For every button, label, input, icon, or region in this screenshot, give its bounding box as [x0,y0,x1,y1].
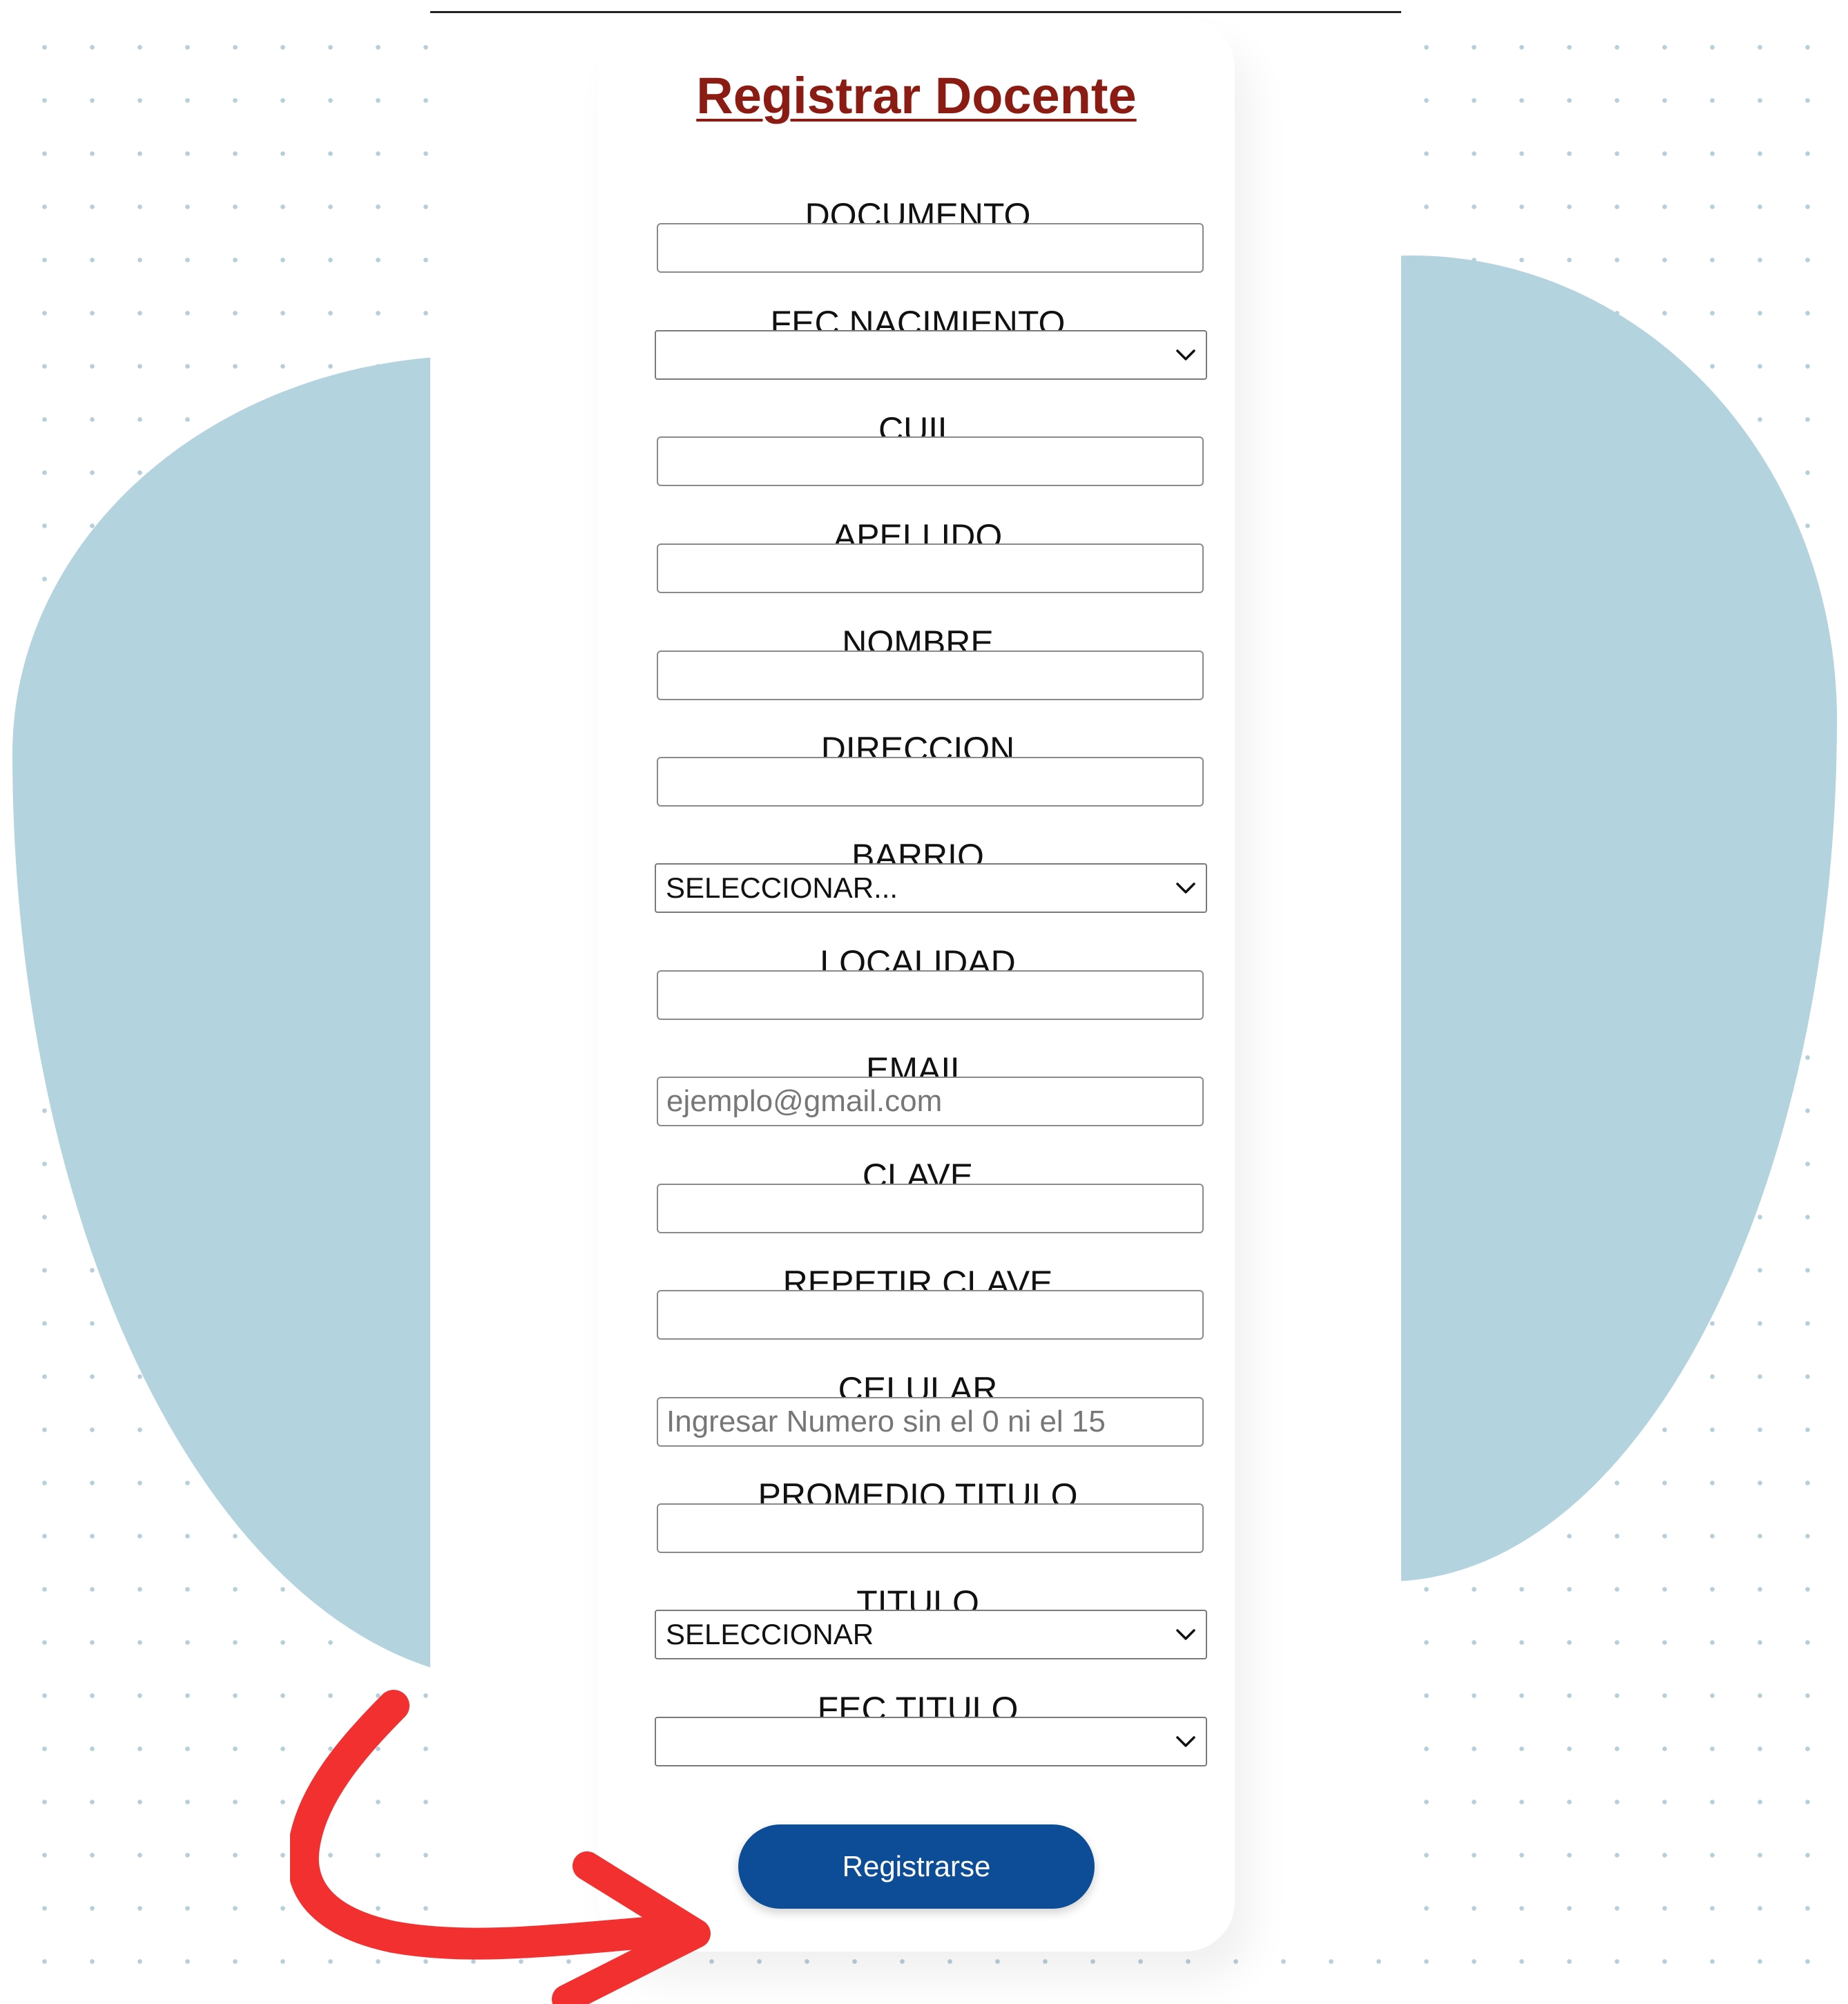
cuil-input[interactable] [657,436,1204,486]
clave-input[interactable] [657,1184,1204,1233]
barrio-select[interactable]: SELECCIONAR... [655,863,1207,913]
registration-card: Registrar Docente DOCUMENTO FEC NACIMIEN… [598,18,1235,1952]
celular-input[interactable] [657,1397,1204,1447]
chevron-down-icon [1176,1629,1195,1640]
top-divider [430,11,1401,13]
fec-titulo-select[interactable] [655,1717,1207,1766]
registrarse-button[interactable]: Registrarse [738,1824,1095,1909]
localidad-input[interactable] [657,970,1204,1020]
curved-arrow-icon [290,1690,711,2004]
titulo-select[interactable]: SELECCIONAR [655,1610,1207,1659]
promedio-titulo-input[interactable] [657,1503,1204,1553]
fec-nacimiento-select[interactable] [655,330,1207,380]
chevron-down-icon [1176,1736,1195,1747]
form-title: Registrar Docente [696,67,1137,124]
direccion-input[interactable] [657,757,1204,807]
chevron-down-icon [1176,349,1195,360]
documento-input[interactable] [657,223,1204,273]
repetir-clave-input[interactable] [657,1290,1204,1340]
chevron-down-icon [1176,883,1195,894]
barrio-value: SELECCIONAR... [666,871,898,904]
nombre-input[interactable] [657,651,1204,700]
email-input[interactable] [657,1077,1204,1126]
titulo-value: SELECCIONAR [666,1618,874,1650]
apellido-input[interactable] [657,543,1204,593]
